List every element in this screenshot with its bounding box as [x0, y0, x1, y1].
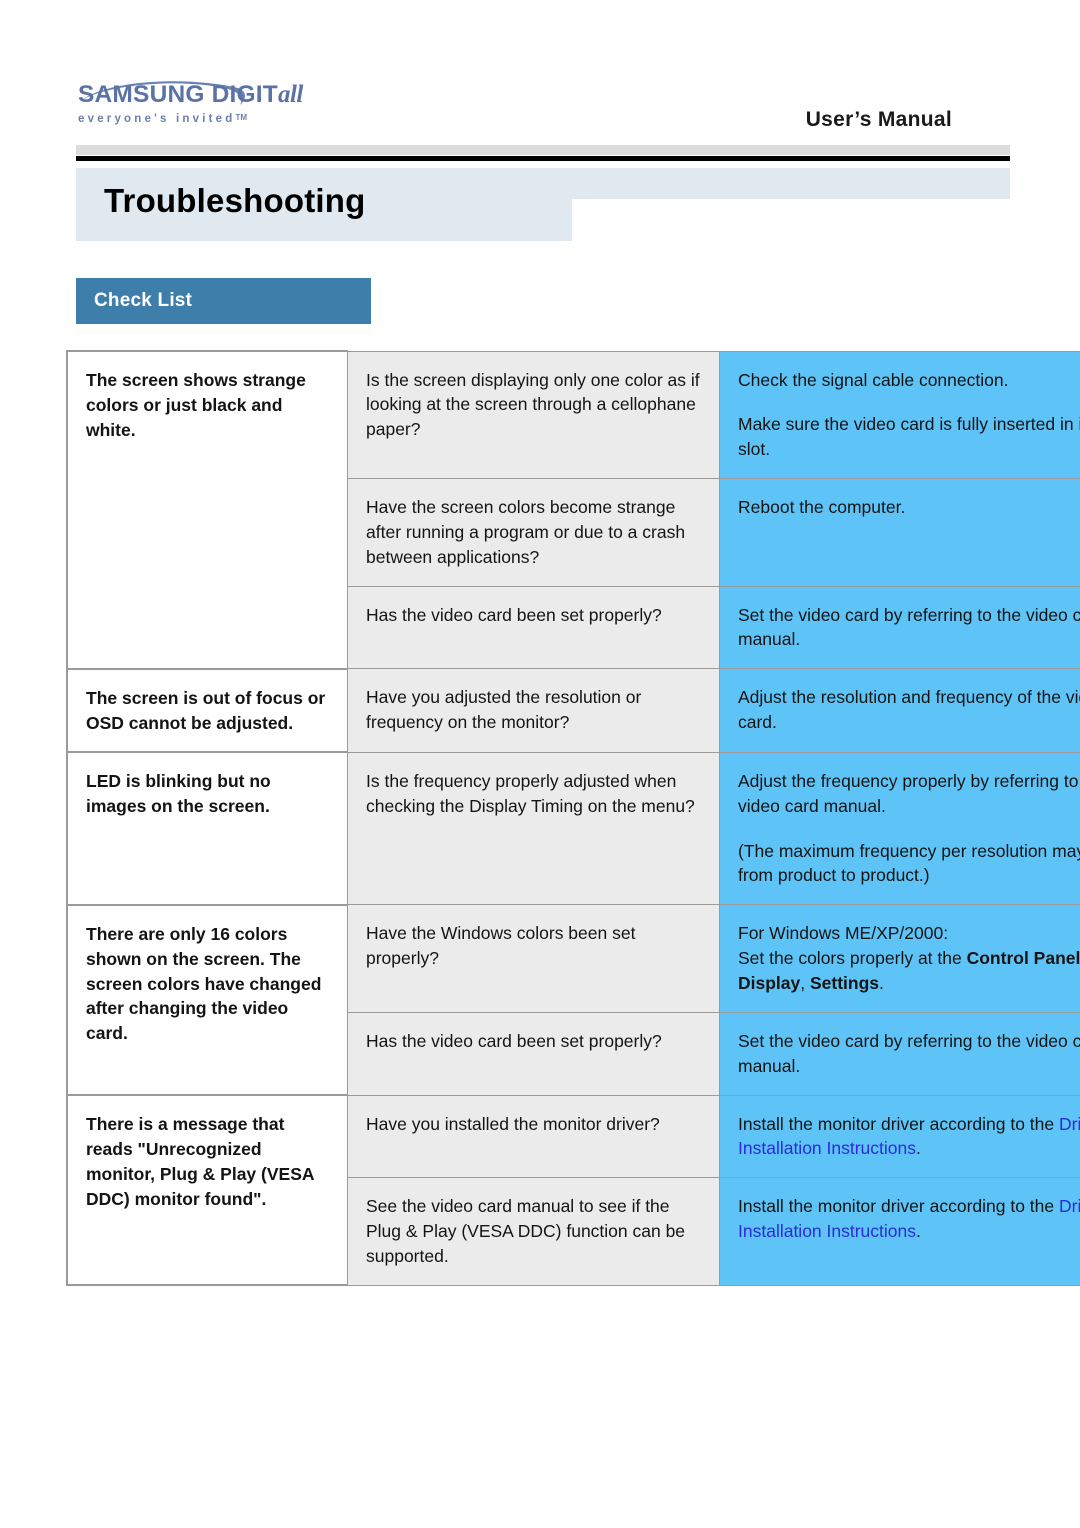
check-cell: Have the Windows colors been set properl… [347, 904, 720, 1013]
check-text: See the video card manual to see if the … [366, 1196, 686, 1266]
solution-text: Check the signal cable connection. [738, 369, 1009, 390]
check-cell: Have you adjusted the resolution or freq… [347, 668, 720, 753]
solution-emphasis-settings: Settings [809, 973, 880, 993]
checklist-table: The screen shows strange colors or just … [66, 350, 1080, 1287]
check-text: Is the frequency properly adjusted when … [366, 770, 695, 816]
page-header: SAMSUNG DIGITall everyone's invitedTM Us… [0, 0, 1080, 168]
title-band-notch [572, 199, 1010, 241]
page-title: Troubleshooting [104, 182, 366, 219]
solution-text: (The maximum frequency per resolution ma… [738, 840, 1080, 886]
symptom-text: There are only 16 colors shown on the sc… [86, 923, 322, 1044]
section-tab-check-list[interactable]: Check List [76, 278, 371, 324]
symptom-text: There is a message that reads "Unrecogni… [86, 1114, 314, 1209]
symptom-text: LED is blinking but no images on the scr… [86, 771, 271, 817]
check-cell: Is the screen displaying only one color … [347, 350, 720, 480]
solution-text: Adjust the resolution and frequency of t… [738, 687, 1080, 733]
logo-tagline: everyone's invitedTM [78, 113, 338, 125]
table-row: The screen is out of focus or OSD cannot… [66, 667, 1080, 753]
document-label: User’s Manual [805, 108, 952, 131]
symptom-cell: The screen shows strange colors or just … [66, 350, 348, 669]
table-row: LED is blinking but no images on the scr… [66, 751, 1080, 906]
logo-tagline-text: everyone's invited [78, 112, 236, 125]
logo-wordmark-all: all [277, 81, 303, 108]
check-cell: Has the video card been set properly? [347, 1011, 720, 1096]
solution-separator: , [800, 973, 810, 993]
samsung-logo: SAMSUNG DIGITall everyone's invitedTM [78, 81, 338, 125]
solution-text-pre: Install the monitor driver according to … [738, 1113, 1059, 1134]
check-text: Have you adjusted the resolution or freq… [366, 687, 642, 733]
header-grey-band [76, 145, 1010, 155]
check-cell: See the video card manual to see if the … [347, 1177, 720, 1286]
solution-text-pre: Set the colors properly at the [738, 948, 967, 969]
logo-wordmark-samsung: SAMSUNG DIGIT [78, 81, 278, 108]
solution-os-line: For Windows ME/XP/2000: [738, 923, 949, 944]
check-cell: Is the frequency properly adjusted when … [347, 751, 720, 906]
solution-text: Set the video card by referring to the v… [738, 1030, 1080, 1076]
symptom-text: The screen shows strange colors or just … [86, 370, 306, 440]
check-text: Have the screen colors become strange af… [366, 497, 686, 567]
solution-text-post: . [879, 973, 884, 993]
solution-emphasis-display: Display [738, 973, 801, 993]
solution-text-post: . [916, 1138, 921, 1159]
solution-text-pre: Install the monitor driver according to … [738, 1196, 1059, 1217]
solution-cell: Reboot the computer. [719, 478, 1080, 587]
page-bottom-mask [0, 1462, 1080, 1528]
header-rule [76, 156, 1010, 161]
check-cell: Has the video card been set properly? [347, 585, 720, 670]
table-row: There is a message that reads "Unrecogni… [66, 1094, 1080, 1287]
check-text: Have you installed the monitor driver? [366, 1113, 660, 1134]
solution-cell: Adjust the frequency properly by referri… [719, 751, 1080, 906]
check-cell: Have you installed the monitor driver? [347, 1094, 720, 1179]
solution-emphasis-control-panel: Control Panel [966, 948, 1080, 969]
symptom-cell: LED is blinking but no images on the scr… [66, 751, 348, 905]
symptom-cell: There is a message that reads "Unrecogni… [66, 1094, 348, 1287]
solution-text-post: . [916, 1221, 921, 1242]
table-row: The screen shows strange colors or just … [66, 350, 1080, 669]
solution-cell: Install the monitor driver according to … [719, 1094, 1080, 1179]
solution-text: Reboot the computer. [738, 497, 906, 518]
symptom-cell: The screen is out of focus or OSD cannot… [66, 667, 348, 753]
solution-cell: Adjust the resolution and frequency of t… [719, 668, 1080, 753]
symptom-text: The screen is out of focus or OSD cannot… [86, 687, 326, 733]
section-tab-label: Check List [94, 290, 193, 311]
solution-text: For Windows ME/XP/2000: Set the colors pr… [738, 921, 1080, 996]
checklist-table-body: The screen shows strange colors or just … [66, 350, 1080, 1287]
solution-text: Install the monitor driver according to … [738, 1194, 1080, 1244]
check-text: Has the video card been set properly? [366, 604, 662, 625]
check-cell: Have the screen colors become strange af… [347, 478, 720, 587]
solution-text: Set the video card by referring to the v… [738, 604, 1080, 650]
solution-text: Make sure the video card is fully insert… [738, 414, 1080, 460]
solution-cell: Install the monitor driver according to … [719, 1177, 1080, 1286]
solution-text: Adjust the frequency properly by referri… [738, 770, 1080, 816]
solution-cell: For Windows ME/XP/2000: Set the colors pr… [719, 904, 1080, 1013]
solution-cell: Set the video card by referring to the v… [719, 1011, 1080, 1096]
symptom-cell: There are only 16 colors shown on the sc… [66, 903, 348, 1096]
check-text: Is the screen displaying only one color … [366, 369, 700, 440]
logo-wordmark: SAMSUNG DIGITall [78, 82, 338, 108]
check-text: Has the video card been set properly? [366, 1030, 662, 1051]
logo-tagline-tm: TM [235, 112, 248, 122]
check-text: Have the Windows colors been set properl… [366, 923, 636, 969]
table-row: There are only 16 colors shown on the sc… [66, 903, 1080, 1096]
solution-cell: Set the video card by referring to the v… [719, 585, 1080, 670]
solution-cell: Check the signal cable connection. Make s… [719, 350, 1080, 480]
solution-text: Install the monitor driver according to … [738, 1112, 1080, 1162]
